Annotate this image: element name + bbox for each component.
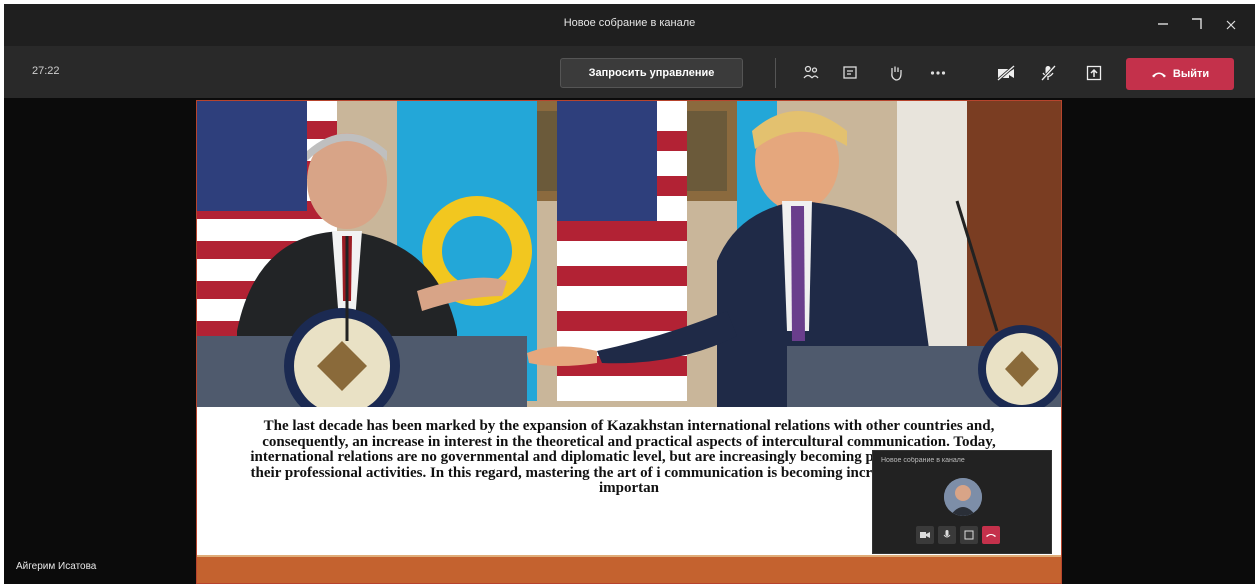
- share-screen-icon[interactable]: [1082, 61, 1106, 85]
- more-icon[interactable]: [926, 61, 950, 85]
- close-icon[interactable]: [1218, 12, 1244, 38]
- teams-meeting-window: Новое собрание в канале 27:22 Запросить …: [4, 4, 1255, 584]
- minimize-icon[interactable]: [1150, 12, 1176, 38]
- pip-mic-icon[interactable]: [938, 526, 956, 544]
- pip-camera-icon[interactable]: [916, 526, 934, 544]
- pip-meeting-window[interactable]: Новое собрание в канале: [872, 450, 1052, 554]
- avatar: [944, 478, 982, 516]
- call-toolbar: 27:22 Запросить управление Выйти: [4, 46, 1255, 98]
- camera-off-icon[interactable]: [994, 61, 1018, 85]
- participant-name: Айгерим Исатова: [16, 561, 97, 572]
- pip-hang-up-icon[interactable]: [982, 526, 1000, 544]
- leave-label: Выйти: [1172, 68, 1210, 80]
- chat-icon[interactable]: [838, 61, 862, 85]
- pip-share-icon[interactable]: [960, 526, 978, 544]
- title-bar: Новое собрание в канале: [4, 4, 1255, 46]
- request-control-button[interactable]: Запросить управление: [560, 58, 743, 88]
- slide-photo: [197, 101, 1061, 407]
- window-title: Новое собрание в канале: [563, 17, 696, 29]
- participants-icon[interactable]: [799, 61, 823, 85]
- pip-title: Новое собрание в канале: [881, 457, 965, 464]
- hang-up-icon: [1151, 72, 1166, 78]
- raise-hand-icon[interactable]: [884, 61, 908, 85]
- slide-footer-bar: [197, 555, 1061, 583]
- leave-button[interactable]: Выйти: [1126, 58, 1234, 90]
- call-timer: 27:22: [32, 65, 60, 77]
- maximize-icon[interactable]: [1184, 12, 1210, 38]
- toolbar-divider: [775, 58, 776, 88]
- mic-off-icon[interactable]: [1036, 61, 1060, 85]
